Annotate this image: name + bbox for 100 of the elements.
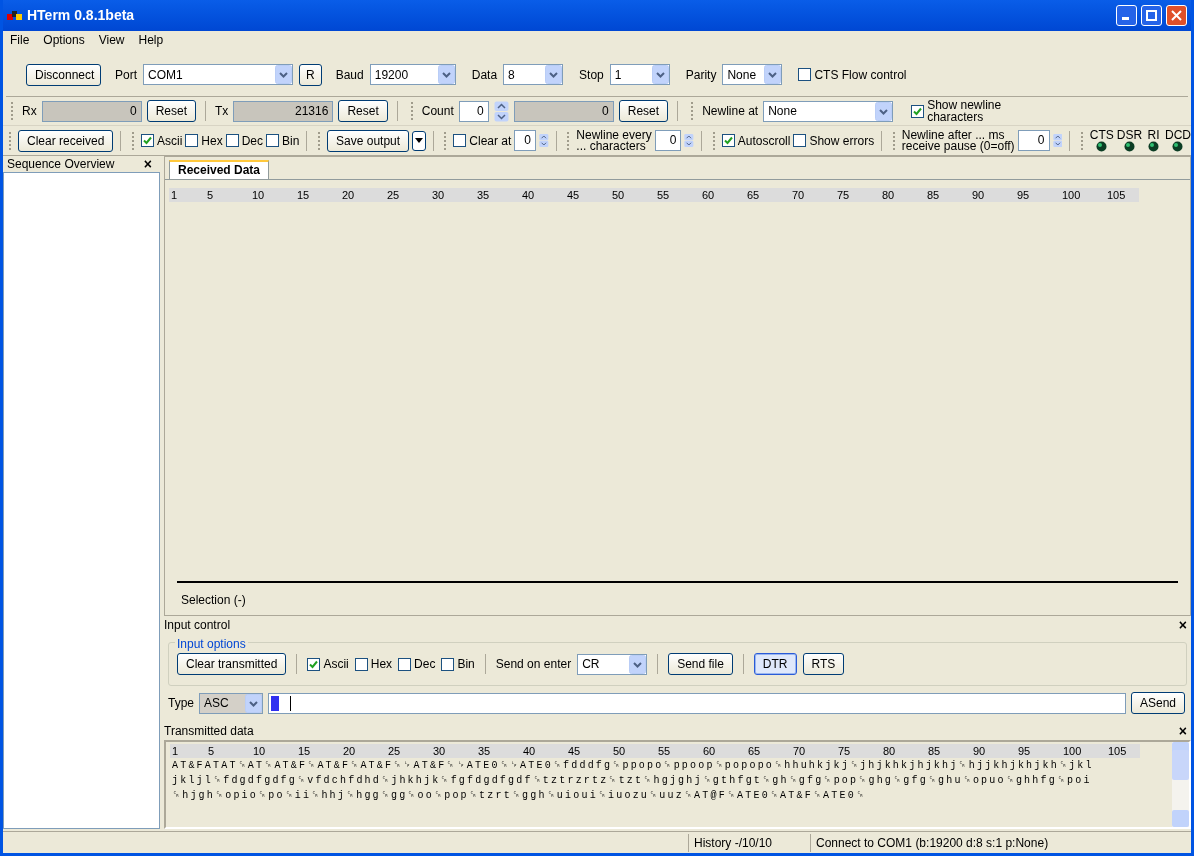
spinner-arrows-icon[interactable] — [493, 100, 509, 122]
checkbox[interactable] — [266, 134, 280, 147]
scrollbar[interactable] — [1172, 742, 1189, 827]
checkbox-label: Ascii — [323, 658, 349, 670]
dropdown-button[interactable] — [412, 130, 426, 151]
close-button[interactable]: × — [1174, 618, 1191, 632]
input-field[interactable] — [268, 692, 1126, 714]
refresh-button[interactable]: R — [299, 63, 322, 86]
ruler-number: 30 — [432, 188, 445, 202]
check-icon — [143, 136, 152, 145]
ruler-number: 45 — [568, 744, 581, 758]
checkbox[interactable] — [141, 134, 154, 147]
dropdown[interactable]: ASC — [199, 692, 263, 714]
checkbox[interactable] — [307, 657, 321, 671]
checkbox[interactable] — [354, 657, 368, 671]
chevron-down-icon — [764, 65, 782, 84]
clear-received-button[interactable]: Clear received — [18, 129, 114, 152]
checkbox-label: Autoscroll — [737, 134, 791, 147]
reset-button[interactable]: Reset — [146, 100, 197, 122]
data-line: jkljl␍fdgdfgdfg␍vfdchfdhd␍jhkhjk␍fgfdgdfgdf␍tztrzrtz␍tzt␍hgjghj␍gthfgt␍gh␍gfg␍pop␍ghg␍gfg␍ghu␍opuo␍ghhfg␍poi — [171, 774, 1092, 788]
checkbox[interactable] — [798, 68, 812, 81]
chevron-down-icon — [275, 65, 292, 84]
check-icon — [723, 136, 733, 145]
ruler-number: 1 — [171, 188, 178, 202]
label: Type — [168, 695, 194, 712]
checkbox-label: Show newline characters — [927, 99, 1002, 123]
save-output-button[interactable]: Save output — [327, 129, 410, 152]
ruler-number: 15 — [298, 744, 311, 758]
panel-title: Input control — [164, 617, 232, 634]
reset-button[interactable]: Reset — [338, 100, 388, 122]
disconnect-button[interactable]: Disconnect — [26, 63, 101, 86]
ruler-number: 105 — [1107, 188, 1126, 202]
dtr-button[interactable]: DTR — [753, 653, 797, 675]
ruler-number: 75 — [837, 188, 850, 202]
dropdown[interactable]: COM1 — [143, 64, 293, 85]
dropdown[interactable]: None — [763, 100, 894, 122]
chevron-down-icon — [437, 65, 455, 84]
ruler-number: 50 — [612, 188, 625, 202]
ruler-number: 20 — [343, 744, 356, 758]
led-icon — [1096, 141, 1108, 152]
checkbox-label: Ascii — [157, 134, 183, 147]
menu-item[interactable]: Help — [138, 31, 164, 49]
rts-button[interactable]: RTS — [802, 653, 845, 675]
checkbox[interactable] — [453, 134, 467, 147]
label: Newline after ... ms receive pause (0=off) — [901, 129, 1015, 152]
checkbox-label: CTS Flow control — [814, 68, 907, 81]
label: Newline every ... characters — [576, 129, 652, 152]
close-button[interactable]: × — [1174, 724, 1191, 738]
send-file-button[interactable]: Send file — [668, 653, 733, 675]
app-icon — [7, 8, 23, 23]
dropdown[interactable]: 19200 — [369, 64, 456, 85]
tab[interactable]: Received Data — [169, 160, 270, 179]
menu-item[interactable]: File — [10, 31, 30, 49]
ruler-number: 15 — [297, 188, 310, 202]
dropdown[interactable]: None — [722, 64, 783, 85]
maximize-button[interactable] — [1141, 5, 1162, 26]
checkbox[interactable] — [398, 657, 412, 671]
number-field[interactable]: 0 — [1017, 130, 1050, 151]
menu-item[interactable]: Options — [43, 31, 85, 49]
dropdown[interactable]: 8 — [503, 64, 564, 85]
signal-label: RI — [1147, 129, 1160, 141]
checkbox[interactable] — [185, 134, 199, 147]
close-icon — [1171, 10, 1182, 21]
ruler-number: 70 — [793, 744, 806, 758]
number-field[interactable]: 0 — [514, 130, 536, 151]
check-icon — [309, 659, 319, 669]
ruler-number: 40 — [522, 188, 535, 202]
ruler-number: 95 — [1017, 188, 1030, 202]
ruler-number: 80 — [882, 188, 895, 202]
ruler-number: 65 — [748, 744, 761, 758]
checkbox[interactable] — [721, 134, 735, 147]
checkbox[interactable] — [793, 134, 807, 147]
clear-transmitted-button[interactable]: Clear transmitted — [177, 653, 287, 675]
label: Send on enter — [495, 656, 572, 673]
label: Stop — [579, 66, 604, 84]
minimize-button[interactable] — [1116, 5, 1137, 26]
ruler-number: 55 — [657, 188, 670, 202]
ruler-number: 85 — [928, 744, 941, 758]
checkbox-label: Bin — [457, 658, 475, 670]
ruler-number: 80 — [883, 744, 896, 758]
close-button[interactable]: × — [139, 157, 156, 171]
send-button[interactable]: ASend — [1130, 692, 1185, 714]
number-field: 21316 — [233, 100, 334, 122]
ruler-number: 90 — [973, 744, 986, 758]
ruler-number: 30 — [433, 744, 446, 758]
number-field[interactable]: 0 — [458, 100, 489, 122]
signal-label: CTS — [1089, 129, 1114, 141]
menu-item[interactable]: View — [98, 31, 125, 49]
dropdown[interactable]: CR — [577, 653, 648, 675]
reset-button[interactable]: Reset — [618, 100, 669, 122]
number-field[interactable]: 0 — [654, 130, 682, 151]
ruler-number: 55 — [658, 744, 671, 758]
checkbox[interactable] — [225, 134, 239, 147]
checkbox[interactable] — [441, 657, 455, 671]
checkbox[interactable] — [911, 104, 925, 118]
chevron-down-icon — [651, 65, 669, 84]
ruler-number: 1 — [172, 744, 179, 758]
close-button[interactable] — [1166, 5, 1187, 26]
dropdown[interactable]: 1 — [609, 64, 670, 85]
chevron-down-icon — [875, 101, 893, 121]
